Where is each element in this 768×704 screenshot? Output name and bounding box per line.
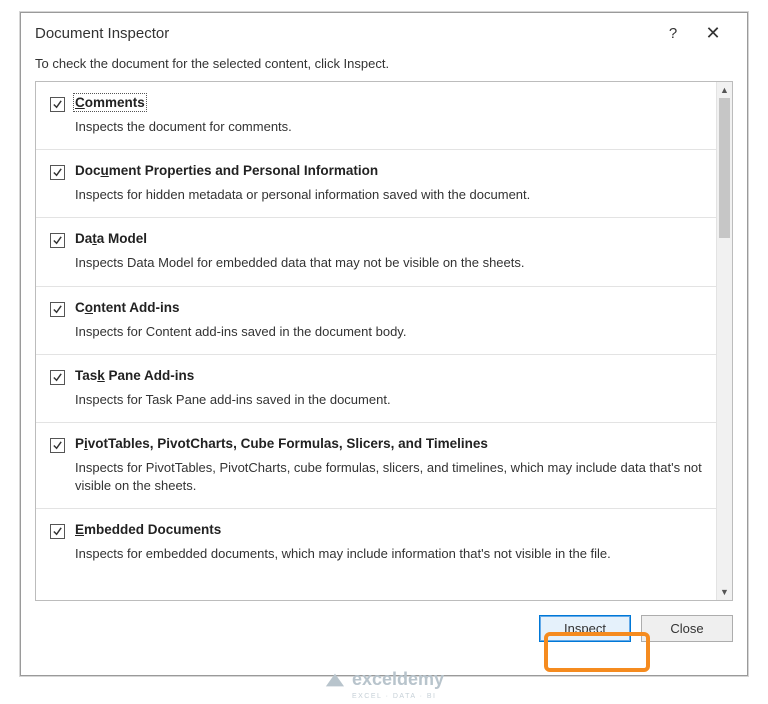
item-description: Inspects for Content add-ins saved in th… [75, 323, 702, 341]
inspection-item: Task Pane Add-ins Inspects for Task Pane … [36, 355, 716, 423]
help-button[interactable]: ? [653, 25, 693, 42]
item-description: Inspects for hidden metadata or personal… [75, 186, 702, 204]
item-description: Inspects for embedded documents, which m… [75, 545, 702, 563]
item-title[interactable]: Content Add-ins [75, 300, 179, 315]
item-title[interactable]: Comments [75, 95, 145, 110]
inspect-button-label: Inspect [564, 621, 606, 636]
inspection-list: Comments Inspects the document for commen… [35, 81, 733, 601]
inspection-item: Embedded Documents Inspects for embedded … [36, 509, 716, 565]
scrollbar[interactable]: ▲ ▼ [716, 82, 732, 600]
inspection-item: Content Add-ins Inspects for Content add-… [36, 287, 716, 355]
document-inspector-dialog: Document Inspector ? ✕ To check the docu… [20, 12, 748, 676]
titlebar: Document Inspector ? ✕ [21, 13, 747, 52]
dialog-footer: Inspect Close [21, 601, 747, 656]
checkbox[interactable] [50, 165, 65, 180]
checkbox[interactable] [50, 302, 65, 317]
dialog-title: Document Inspector [35, 25, 653, 42]
item-title[interactable]: PivotTables, PivotCharts, Cube Formulas,… [75, 436, 488, 451]
item-description: Inspects the document for comments. [75, 118, 702, 136]
inspect-button[interactable]: Inspect [539, 615, 631, 642]
inspection-item: Comments Inspects the document for commen… [36, 82, 716, 150]
checkbox[interactable] [50, 97, 65, 112]
checkbox[interactable] [50, 524, 65, 539]
checkbox[interactable] [50, 233, 65, 248]
logo-icon [324, 670, 346, 690]
watermark-logo: exceldemy EXCEL · DATA · BI [324, 669, 444, 690]
item-title[interactable]: Data Model [75, 231, 147, 246]
close-button-label: Close [670, 621, 703, 636]
item-title[interactable]: Embedded Documents [75, 522, 221, 537]
item-description: Inspects for Task Pane add-ins saved in … [75, 391, 702, 409]
item-description: Inspects Data Model for embedded data th… [75, 254, 702, 272]
instruction-text: To check the document for the selected c… [21, 52, 747, 81]
inspection-item: Document Properties and Personal Informa… [36, 150, 716, 218]
inspection-item: Data Model Inspects Data Model for embedd… [36, 218, 716, 286]
item-title[interactable]: Document Properties and Personal Informa… [75, 163, 378, 178]
scroll-up-icon[interactable]: ▲ [717, 82, 732, 98]
checkbox[interactable] [50, 438, 65, 453]
item-description: Inspects for PivotTables, PivotCharts, c… [75, 459, 702, 495]
close-window-button[interactable]: ✕ [693, 23, 733, 44]
scroll-down-icon[interactable]: ▼ [717, 584, 732, 600]
item-title[interactable]: Task Pane Add-ins [75, 368, 194, 383]
scroll-thumb[interactable] [719, 98, 730, 238]
watermark-subtext: EXCEL · DATA · BI [352, 693, 437, 700]
close-button[interactable]: Close [641, 615, 733, 642]
checkbox[interactable] [50, 370, 65, 385]
watermark-text: exceldemy [352, 669, 444, 690]
inspection-item: PivotTables, PivotCharts, Cube Formulas,… [36, 423, 716, 509]
